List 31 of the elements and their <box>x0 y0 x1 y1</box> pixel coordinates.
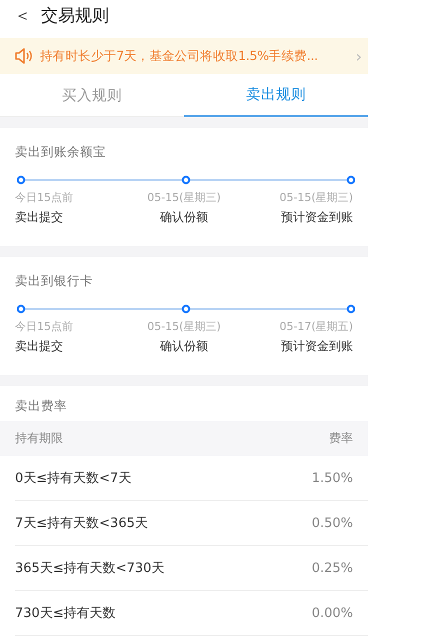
step-label: 确认份额 <box>160 338 208 355</box>
step-time: 05-17(星期五) <box>279 319 353 334</box>
step-time: 今日15点前 <box>15 190 74 205</box>
table-cell-text: 365天≤持有天数<730天 <box>15 560 164 577</box>
step-time: 05-15(星期三) <box>147 319 221 334</box>
notice-bar[interactable]: 持有时长少于7天，基金公司将收取1.5%手续费... › <box>0 38 368 74</box>
step-label: 预计资金到账 <box>281 338 353 355</box>
step-label: 确认份额 <box>160 209 208 226</box>
speaker-icon <box>14 48 34 64</box>
table-cell-text: 0天≤持有天数<7天 <box>15 470 132 487</box>
column-header: 持有期限 <box>15 430 63 447</box>
table-cell: 1.50% <box>312 470 353 486</box>
chevron-icon: › <box>356 46 362 66</box>
step-time: 今日15点前 <box>15 319 74 334</box>
table-cell-text: 730天≤持有天数 <box>15 605 116 622</box>
step-time: 05-15(星期三) <box>279 190 353 205</box>
column-header: 费率 <box>329 430 353 447</box>
step-label: 卖出提交 <box>15 209 64 226</box>
table-cell: 0.50% <box>312 516 353 530</box>
table-cell: 0.00% <box>312 606 353 620</box>
step-time: 05-15(星期三) <box>147 190 221 205</box>
step-label: 预计资金到账 <box>281 209 353 226</box>
table-cell-text: 7天≤持有天数<365天 <box>15 515 148 532</box>
back-button[interactable]: ＜ <box>14 4 31 26</box>
section-title: 卖出到账余额宝 <box>15 144 107 161</box>
page-title: 交易规则 <box>41 4 109 26</box>
section-title: 卖出费率 <box>14 397 68 415</box>
table-cell: 0.25% <box>312 560 353 576</box>
notice-text: 持有时长少于7天，基金公司将收取1.5%手续费... <box>40 48 319 64</box>
step-label: 卖出提交 <box>15 338 64 355</box>
section-title: 卖出到银行卡 <box>15 273 94 290</box>
